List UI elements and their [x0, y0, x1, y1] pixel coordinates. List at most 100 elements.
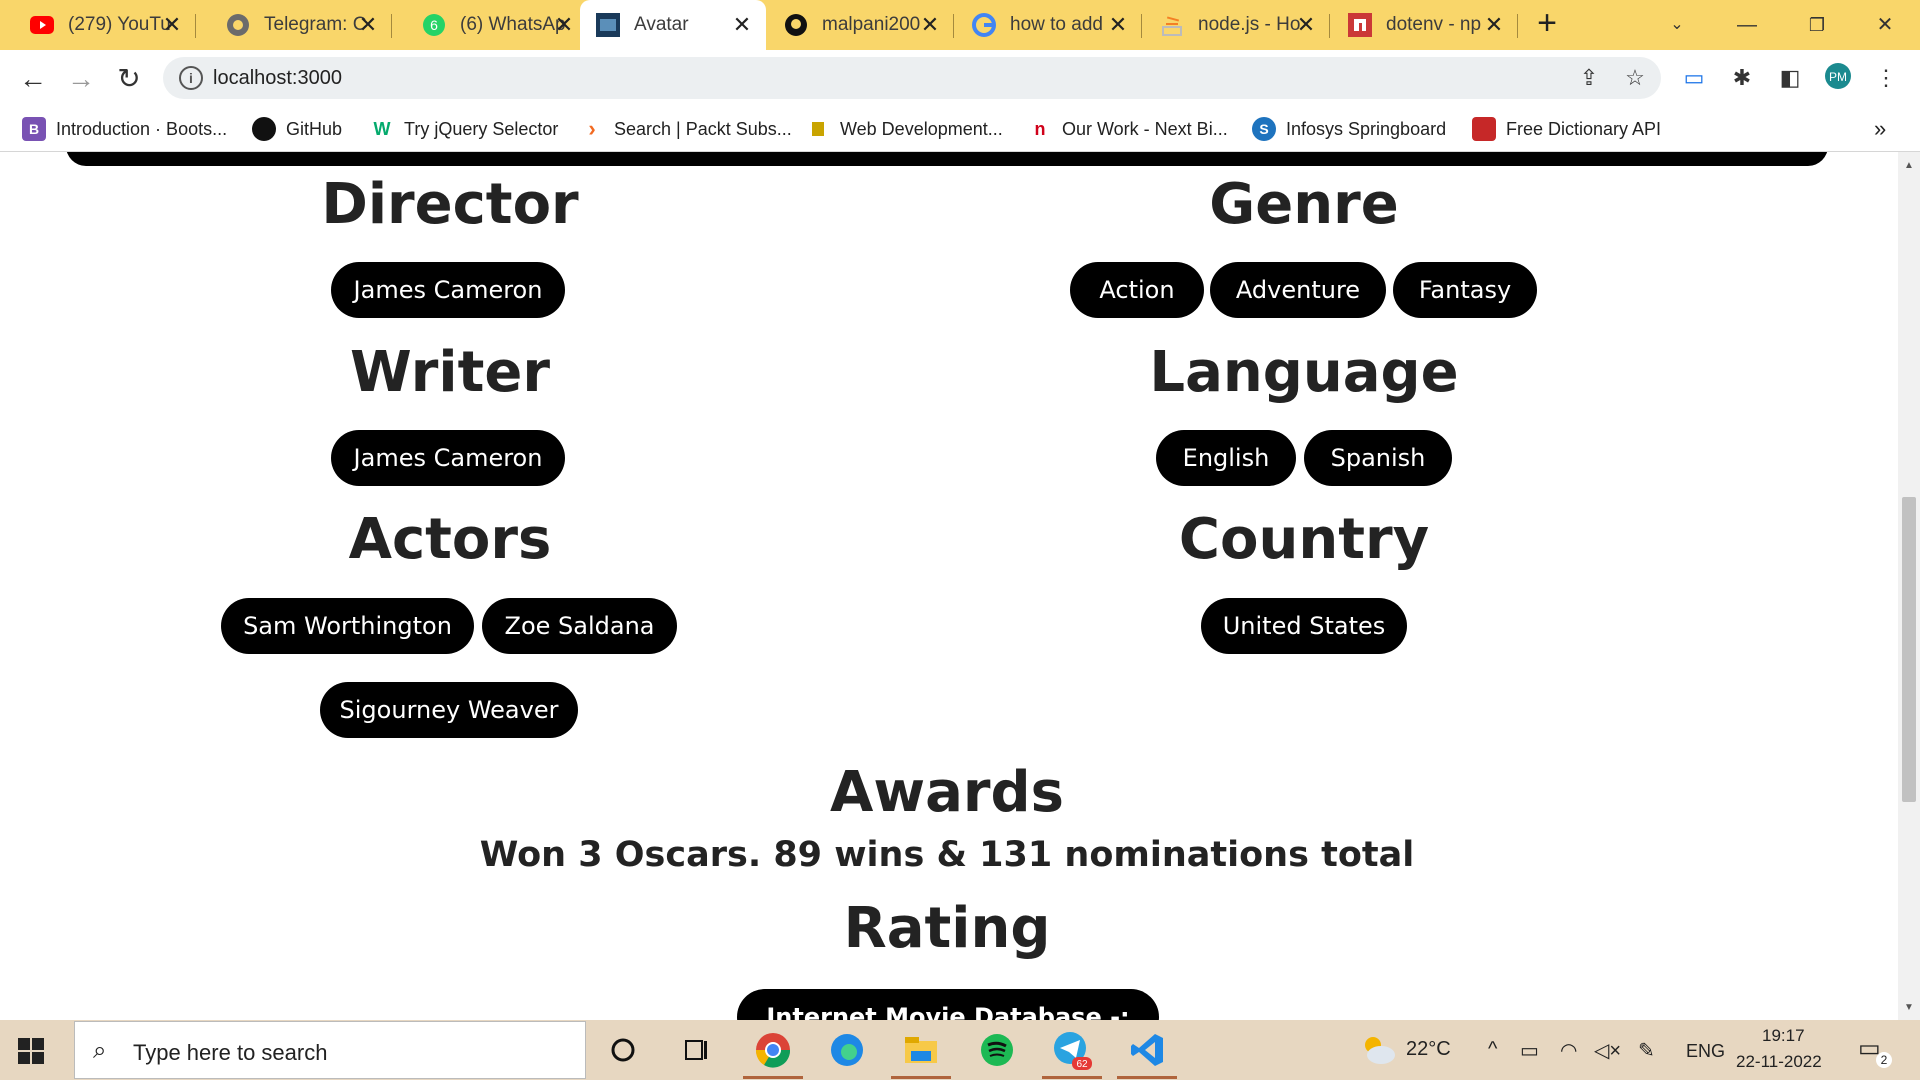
country-heading: Country: [1178, 507, 1430, 572]
bookmark-webdev[interactable]: Web Development...: [806, 106, 1003, 152]
tab-stackoverflow[interactable]: node.js - Ho ✕: [1142, 0, 1330, 50]
volume-muted-icon[interactable]: ◁×: [1594, 1038, 1621, 1063]
restore-button[interactable]: ❐: [1800, 8, 1834, 42]
info-icon[interactable]: i: [179, 66, 203, 90]
bookmark-github[interactable]: GitHub: [252, 106, 342, 152]
genre-pill[interactable]: Fantasy: [1393, 262, 1537, 318]
bookmark-icon: [806, 117, 830, 141]
country-pill[interactable]: United States: [1201, 598, 1407, 654]
chrome-icon[interactable]: [743, 1030, 803, 1079]
close-tab-icon[interactable]: ✕: [552, 13, 576, 37]
minimize-button[interactable]: —: [1730, 8, 1764, 42]
bookmark-bootstrap[interactable]: B Introduction · Boots...: [22, 106, 227, 152]
share-icon[interactable]: ⇪: [1573, 62, 1605, 94]
actor-pill[interactable]: Zoe Saldana: [482, 598, 677, 654]
browser-toolbar: ← → ↻ i localhost:3000 ⇪ ☆ ▭ ✱ ◧ PM ⋮: [0, 50, 1920, 106]
weather-temp[interactable]: 22°C: [1406, 1038, 1451, 1061]
tab-avatar[interactable]: Avatar ✕: [580, 0, 766, 50]
github-icon: [784, 13, 808, 37]
telegram-icon[interactable]: 62: [1042, 1030, 1102, 1079]
close-window-button[interactable]: ✕: [1868, 8, 1902, 42]
extensions-icon[interactable]: ✱: [1726, 62, 1758, 94]
google-icon: [972, 13, 996, 37]
bookmark-nbt[interactable]: n Our Work - Next Bi...: [1028, 106, 1228, 152]
writer-pill[interactable]: James Cameron: [331, 430, 565, 486]
battery-icon[interactable]: ▭: [1520, 1038, 1539, 1063]
cast-icon[interactable]: ▭: [1678, 62, 1710, 94]
windows-start-icon[interactable]: [18, 1038, 44, 1064]
tab-youtube[interactable]: (279) YouTu ✕: [0, 0, 196, 50]
director-heading: Director: [321, 172, 579, 237]
close-tab-icon[interactable]: ✕: [730, 13, 754, 37]
director-pill[interactable]: James Cameron: [331, 262, 565, 318]
genre-pill[interactable]: Adventure: [1210, 262, 1386, 318]
actors-heading: Actors: [348, 507, 552, 572]
task-view-icon[interactable]: [676, 1030, 716, 1070]
cortana-icon[interactable]: [603, 1030, 643, 1070]
tab-github[interactable]: malpani200 ✕: [766, 0, 954, 50]
svg-text:6: 6: [430, 17, 438, 33]
tab-whatsapp[interactable]: 6 (6) WhatsAp ✕: [392, 0, 588, 50]
tab-npm[interactable]: dotenv - np ✕: [1330, 0, 1518, 50]
weather-icon[interactable]: [1358, 1030, 1398, 1070]
close-tab-icon[interactable]: ✕: [1482, 13, 1506, 37]
taskbar-search[interactable]: ⌕ Type here to search: [74, 1021, 586, 1079]
tab-search-icon[interactable]: ⌄: [1660, 8, 1694, 42]
close-tab-icon[interactable]: ✕: [918, 13, 942, 37]
genre-heading: Genre: [1209, 172, 1399, 237]
clock-date[interactable]: 22-11-2022: [1736, 1052, 1822, 1072]
clock-time[interactable]: 19:17: [1762, 1026, 1805, 1046]
profile-avatar[interactable]: PM: [1822, 62, 1854, 94]
close-tab-icon[interactable]: ✕: [1106, 13, 1130, 37]
bookmark-packt[interactable]: › Search | Packt Subs...: [580, 106, 791, 152]
tab-google[interactable]: how to add ✕: [954, 0, 1142, 50]
forward-button[interactable]: →: [64, 62, 98, 96]
page-scrollbar[interactable]: ▲ ▼: [1898, 152, 1920, 1020]
navbar-bottom-edge: [66, 152, 1828, 166]
close-tab-icon[interactable]: ✕: [160, 13, 184, 37]
scroll-down-icon[interactable]: ▼: [1902, 1002, 1916, 1013]
more-menu-icon[interactable]: ⋮: [1870, 62, 1902, 94]
nbt-icon: n: [1034, 118, 1046, 139]
npm-icon: [1348, 13, 1372, 37]
new-tab-button[interactable]: +: [1530, 6, 1564, 42]
chevron-up-icon[interactable]: ^: [1488, 1038, 1497, 1061]
scroll-up-icon[interactable]: ▲: [1902, 160, 1916, 171]
avatar-favicon: [596, 13, 620, 37]
reload-button[interactable]: ↻: [112, 62, 146, 96]
language-pill[interactable]: English: [1156, 430, 1296, 486]
rating-pill[interactable]: Internet Movie Database -: 7.8/10: [737, 989, 1159, 1020]
close-tab-icon[interactable]: ✕: [356, 13, 380, 37]
w3schools-icon: W: [373, 118, 391, 139]
spotify-icon[interactable]: [977, 1030, 1017, 1070]
actor-pill[interactable]: Sigourney Weaver: [320, 682, 578, 738]
file-explorer-icon[interactable]: [891, 1030, 951, 1079]
more-bookmarks-icon[interactable]: »: [1874, 106, 1886, 152]
search-placeholder[interactable]: Type here to search: [133, 1040, 327, 1066]
bookmark-dictionary[interactable]: Free Dictionary API: [1472, 106, 1661, 152]
notification-badge: 2: [1876, 1052, 1892, 1068]
bookmarks-bar: B Introduction · Boots... GitHub W Try jQu…: [0, 106, 1920, 152]
close-tab-icon[interactable]: ✕: [1294, 13, 1318, 37]
address-url[interactable]: localhost:3000: [213, 67, 342, 90]
actor-pill[interactable]: Sam Worthington: [221, 598, 474, 654]
bookmark-star-icon[interactable]: ☆: [1619, 62, 1651, 94]
genre-pill[interactable]: Action: [1070, 262, 1204, 318]
scrollbar-thumb[interactable]: [1902, 497, 1916, 802]
vscode-icon[interactable]: [1117, 1030, 1177, 1079]
pen-icon[interactable]: ✎: [1638, 1038, 1655, 1063]
language-pill[interactable]: Spanish: [1304, 430, 1452, 486]
tab-telegram[interactable]: Telegram: C ✕: [196, 0, 392, 50]
side-panel-icon[interactable]: ◧: [1774, 62, 1806, 94]
wifi-icon[interactable]: ◠: [1560, 1038, 1577, 1063]
address-bar[interactable]: i localhost:3000 ⇪ ☆: [163, 57, 1661, 99]
bookmark-infosys[interactable]: S Infosys Springboard: [1252, 106, 1446, 152]
awards-text: Won 3 Oscars. 89 wins & 131 nominations …: [479, 835, 1415, 875]
awards-heading: Awards: [830, 760, 1064, 825]
back-button[interactable]: ←: [16, 62, 50, 96]
edge-icon[interactable]: [827, 1030, 867, 1070]
language-indicator[interactable]: ENG: [1686, 1041, 1725, 1062]
infosys-icon: S: [1252, 117, 1276, 141]
bookmark-jquery[interactable]: W Try jQuery Selector: [370, 106, 559, 152]
writer-heading: Writer: [350, 340, 550, 405]
